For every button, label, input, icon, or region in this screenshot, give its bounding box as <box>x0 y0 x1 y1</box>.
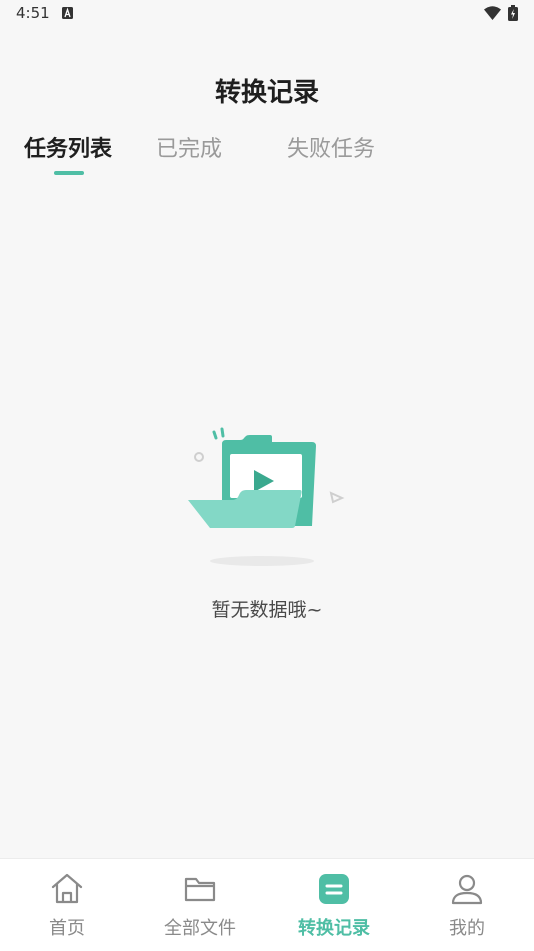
nav-item-home[interactable]: 首页 <box>0 859 134 951</box>
user-icon <box>451 874 483 905</box>
nav-item-mine[interactable]: 我的 <box>400 859 534 951</box>
a-icon <box>62 7 73 19</box>
nav-item-records[interactable]: 转换记录 <box>267 859 401 951</box>
status-bar: 4:51 <box>0 0 534 28</box>
nav-label-mine: 我的 <box>449 918 485 939</box>
tab-completed[interactable]: 已完成 <box>156 131 222 163</box>
active-tab-indicator <box>54 171 84 175</box>
wifi-icon <box>484 6 501 20</box>
status-time: 4:51 <box>16 4 50 22</box>
tab-task-list[interactable]: 任务列表 <box>24 131 112 163</box>
nav-label-home: 首页 <box>49 918 85 939</box>
records-icon <box>319 874 349 904</box>
folder-icon <box>184 877 216 902</box>
bottom-nav: 首页 全部文件 转换记录 我的 <box>0 858 534 951</box>
page-title: 转换记录 <box>214 78 319 108</box>
tab-failed-tasks[interactable]: 失败任务 <box>287 131 375 163</box>
nav-label-all-files: 全部文件 <box>164 918 236 939</box>
empty-state-message: 暂无数据哦~ <box>211 599 323 621</box>
empty-folder-icon <box>188 427 345 566</box>
home-icon <box>51 873 83 904</box>
nav-item-all-files[interactable]: 全部文件 <box>133 859 267 951</box>
nav-label-records: 转换记录 <box>298 918 370 939</box>
battery-icon <box>508 5 518 21</box>
